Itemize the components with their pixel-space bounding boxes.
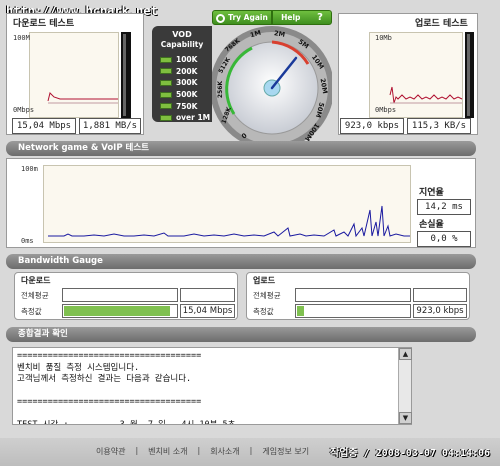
upload-speed-kbps: 923,0 kbps [340, 118, 404, 134]
vod-panel: VOD Capability 100K 200K 300K 500K 750K … [152, 26, 212, 122]
bandwidth-upload-avg-bar [295, 288, 411, 302]
network-axis-bottom: 0ms [21, 237, 34, 245]
bandwidth-upload-avg-value [413, 288, 467, 302]
network-graph [43, 165, 411, 243]
bandwidth-download-avg-label: 전체평균 [21, 290, 49, 300]
download-axis-bottom: 0Mbps [13, 106, 35, 114]
footer-link-about-bench[interactable]: 벤치비 소개 [148, 446, 187, 457]
download-title: 다운로드 테스트 [13, 19, 75, 29]
upload-level-bar [465, 32, 474, 118]
upload-axis-top: 10Mb [375, 34, 392, 42]
network-section-header: Network game & VoIP 테스트 [6, 141, 476, 156]
footer-link-company[interactable]: 회사소개 [210, 446, 239, 457]
bandwidth-upload-measured-value: 923,0 kbps [413, 304, 467, 318]
download-level-bar [121, 32, 131, 118]
footer-link-game-info[interactable]: 게임정보 보기 [262, 446, 309, 457]
upload-panel: 업로드 테스트 10Mb 0Mbps [338, 13, 478, 135]
footer-link-terms[interactable]: 이용약관 [96, 446, 125, 457]
latency-value: 14,2 ms [417, 199, 471, 215]
bandwidth-download-avg-row: 전체평균 [21, 287, 235, 303]
bandwidth-upload-measured-label: 측정값 [253, 306, 274, 316]
report-text: ==================================== 벤치비… [17, 351, 236, 425]
help-icon: ? [317, 12, 323, 23]
latency-label: 지연율 [419, 188, 444, 198]
bandwidth-download-avg-bar [62, 288, 179, 302]
vod-level-300k: 300K [160, 77, 210, 89]
refresh-icon [216, 13, 226, 23]
download-axis-top: 100M [13, 34, 30, 42]
vod-level-200k: 200K [160, 66, 210, 78]
vod-title: VOD [172, 30, 192, 39]
download-graph-line [47, 92, 118, 104]
upload-title: 업로드 테스트 [415, 19, 468, 29]
upload-axis-bottom: 0Mbps [375, 106, 397, 114]
report-section-header: 종합결과 확인 [6, 327, 476, 342]
download-speed-mbps: 15,04 Mbps [12, 118, 76, 134]
speed-gauge: 0 128K 256K 512K 768K 1M 2M 5M 10M 20M 5… [210, 6, 334, 156]
network-axis-top: 100m [21, 165, 38, 173]
download-speed-mbs: 1,881 MB/s [79, 118, 141, 134]
footer-stamp: 작업중 / 2008-03-07 04:14:06 [330, 448, 491, 459]
download-panel: 다운로드 테스트 100M 0Mbps [6, 13, 144, 135]
bandwidth-upload-measured-bar [295, 304, 411, 318]
bandwidth-upload-measured-row: 측정값 923,0 kbps [253, 303, 467, 319]
upload-speed-kbs: 115,3 KB/s [407, 118, 471, 134]
bandwidth-section-header: Bandwidth Gauge [6, 254, 476, 269]
bandwidth-upload-avg-row: 전체평균 [253, 287, 467, 303]
vod-level-500k: 500K [160, 89, 210, 101]
report-textarea[interactable]: ==================================== 벤치비… [12, 347, 412, 425]
bandwidth-download-measured-value: 15,04 Mbps [180, 304, 235, 318]
footer: 이용약관 | 벤치비 소개 | 회사소개 | 게임정보 보기 작업중 / 200… [0, 438, 500, 466]
gauge-tick-2m: 2M [273, 29, 286, 39]
bandwidth-upload-label: 업로드 [253, 276, 276, 285]
bandwidth-download-measured-label: 측정값 [21, 306, 42, 316]
vod-level-over1m: over 1M [160, 112, 210, 124]
vod-level-100k: 100K [160, 54, 210, 66]
loss-value: 0,0 % [417, 231, 471, 247]
bandwidth-upload-avg-label: 전체평균 [253, 290, 281, 300]
bandwidth-download-measured-row: 측정값 15,04 Mbps [21, 303, 235, 319]
scroll-up-arrow-icon[interactable]: ▲ [399, 348, 412, 360]
vod-level-750k: 750K [160, 100, 210, 112]
bandwidth-download-label: 다운로드 [21, 276, 51, 285]
gauge-tick-256k: 256K [217, 80, 225, 99]
bandwidth-upload-panel: 업로드 전체평균 측정값 923,0 kbps [246, 272, 470, 320]
vod-subtitle: Capability [160, 40, 204, 49]
loss-label: 손실율 [419, 220, 444, 230]
network-panel: 100m 0ms 지연율 14,2 ms 손실율 0,0 % [6, 158, 476, 248]
bandwidth-download-avg-value [180, 288, 235, 302]
network-graph-line [48, 205, 410, 238]
try-again-button[interactable]: Try Again [212, 10, 272, 25]
help-button[interactable]: Help ? [272, 10, 332, 25]
report-scrollbar[interactable]: ▲ ▼ [398, 348, 412, 424]
bandwidth-download-panel: 다운로드 전체평균 측정값 15,04 Mbps [14, 272, 238, 320]
scroll-down-arrow-icon[interactable]: ▼ [399, 412, 412, 424]
vod-level-list: 100K 200K 300K 500K 750K over 1M [160, 54, 210, 124]
bandwidth-download-measured-bar [62, 304, 179, 318]
download-graph [29, 32, 119, 118]
